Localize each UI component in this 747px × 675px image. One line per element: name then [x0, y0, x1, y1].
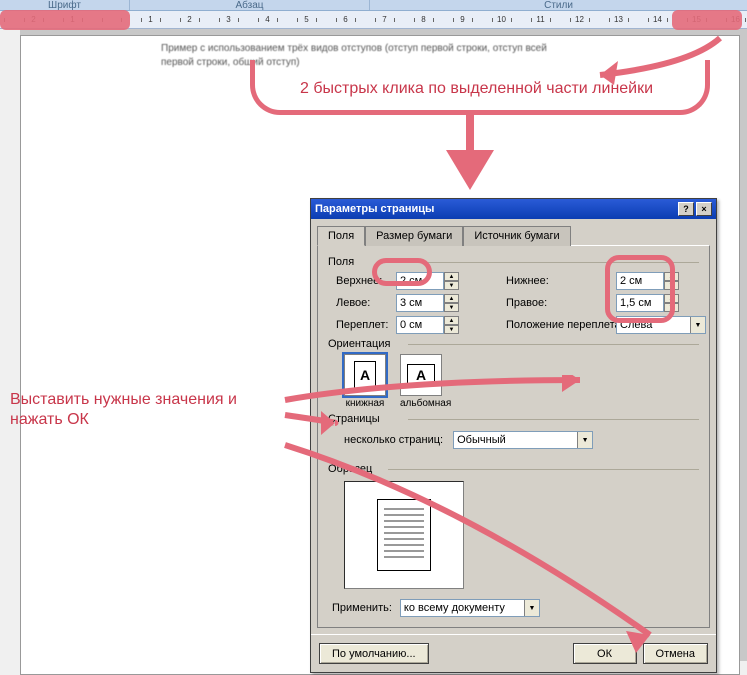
tab-paper-size[interactable]: Размер бумаги [365, 226, 463, 246]
dropdown-icon[interactable]: ▼ [690, 317, 705, 333]
dialog-title: Параметры страницы [315, 203, 434, 215]
input-top-margin-value[interactable] [396, 272, 444, 290]
input-gutter-value[interactable] [396, 316, 444, 334]
ribbon-group-font: Шрифт [0, 0, 130, 10]
group-orientation-label: Ориентация [328, 338, 699, 350]
label-bottom-margin: Нижнее: [506, 275, 616, 287]
ribbon-group-paragraph: Абзац [130, 0, 370, 10]
help-button[interactable]: ? [678, 202, 694, 216]
ribbon-group-styles: Стили [370, 0, 747, 10]
annotation-highlight-ruler-left [0, 10, 130, 30]
annotation-arrow-to-ok [280, 440, 690, 663]
dialog-tabs: Поля Размер бумаги Источник бумаги [311, 219, 716, 245]
label-right-margin: Правое: [506, 297, 616, 309]
label-gutter: Переплет: [336, 319, 396, 331]
tab-paper-source[interactable]: Источник бумаги [463, 226, 570, 246]
select-gutter-position-value: Слева [620, 319, 652, 331]
input-gutter[interactable]: ▲▼ [396, 316, 466, 334]
close-button[interactable]: × [696, 202, 712, 216]
label-left-margin: Левое: [336, 297, 396, 309]
dialog-titlebar[interactable]: Параметры страницы ? × [311, 199, 716, 219]
annotation-text-top: 2 быстрых клика по выделенной части лине… [300, 80, 653, 98]
annotation-arrow-down [430, 110, 510, 200]
label-gutter-position: Положение переплета: [506, 319, 626, 331]
select-gutter-position[interactable]: Слева ▼ [616, 316, 706, 334]
input-right-margin-value[interactable] [616, 294, 664, 312]
annotation-text-left: Выставить нужные значения и нажать ОК [10, 390, 290, 430]
spin-up-icon[interactable]: ▲ [444, 272, 459, 281]
input-bottom-margin[interactable]: ▲▼ [616, 272, 686, 290]
input-left-margin-value[interactable] [396, 294, 444, 312]
input-left-margin[interactable]: ▲▼ [396, 294, 466, 312]
spin-down-icon[interactable]: ▼ [444, 281, 459, 290]
group-margins-label: Поля [328, 256, 699, 268]
label-top-margin: Верхнее: [336, 275, 396, 287]
tab-margins[interactable]: Поля [317, 226, 365, 246]
input-bottom-margin-value[interactable] [616, 272, 664, 290]
input-top-margin[interactable]: ▲▼ [396, 272, 466, 290]
annotation-highlight-ruler-right [672, 10, 742, 30]
annotation-arrow-to-fields [280, 375, 620, 438]
input-right-margin[interactable]: ▲▼ [616, 294, 686, 312]
